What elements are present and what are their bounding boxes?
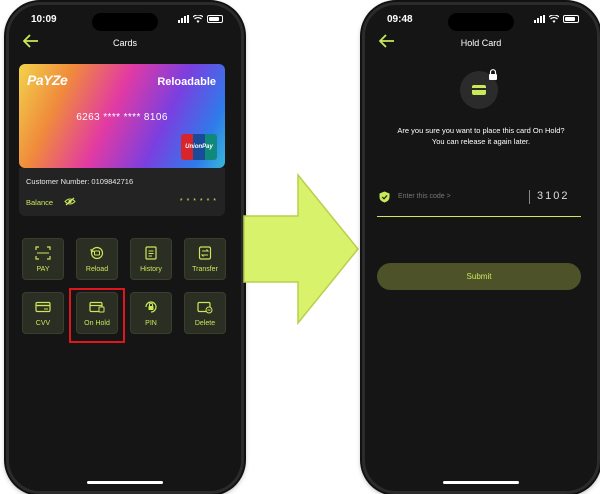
action-label: CVV <box>35 320 51 327</box>
wifi-icon <box>193 15 203 23</box>
payment-card[interactable]: PaYZe Reloadable 6263 **** **** 8106 Uni… <box>19 64 225 168</box>
flow-arrow-icon <box>243 172 359 326</box>
page-title: Cards <box>112 38 137 48</box>
card-number: 6263 **** **** 8106 <box>76 112 168 123</box>
page-title: Hold Card <box>460 38 502 48</box>
balance-masked: * * * * * * <box>179 198 217 205</box>
action-reload-button[interactable]: Reload <box>76 238 118 280</box>
dynamic-island <box>92 13 158 31</box>
phone-cards-screen: 10:09 Cards PaYZe Reloadable 6263 **** *… <box>6 2 244 494</box>
action-pay-button[interactable]: PAY <box>22 238 64 280</box>
verification-code: 3102 <box>537 190 570 202</box>
action-transfer-button[interactable]: Transfer <box>184 238 226 280</box>
highlight-box <box>69 288 125 343</box>
hold-confirmation-text: Are you sure you want to place this card… <box>371 125 591 147</box>
status-icons <box>178 15 223 23</box>
code-placeholder: Enter this code > <box>398 193 451 200</box>
history-icon <box>145 246 157 260</box>
status-time: 10:09 <box>31 14 57 25</box>
eye-hidden-icon[interactable] <box>64 197 76 206</box>
action-delete-button[interactable]: Delete <box>184 292 226 334</box>
customer-number: Customer Number: 0109842716 <box>26 177 134 186</box>
card-brand-logo: PaYZe <box>27 72 68 88</box>
status-icons <box>534 15 579 23</box>
signal-icon <box>178 15 189 23</box>
submit-button[interactable]: Submit <box>377 263 581 290</box>
dynamic-island <box>448 13 514 31</box>
status-time: 09:48 <box>387 14 413 25</box>
card-icon <box>472 85 486 95</box>
hold-question: Are you sure you want to place this card… <box>397 126 565 135</box>
hold-question-sub: You can release it again later. <box>431 137 531 146</box>
action-history-button[interactable]: History <box>130 238 172 280</box>
battery-icon <box>563 15 579 23</box>
wifi-icon <box>549 15 559 23</box>
code-divider <box>529 190 530 204</box>
action-label: Transfer <box>192 266 218 273</box>
cards-screen: 10:09 Cards PaYZe Reloadable 6263 **** *… <box>9 5 241 491</box>
signal-icon <box>534 15 545 23</box>
home-indicator <box>87 481 163 484</box>
action-label: PAY <box>36 266 50 273</box>
code-input-field[interactable]: Enter this code > 3102 <box>377 188 581 217</box>
card-info-panel: Customer Number: 0109842716 Balance * * … <box>19 168 225 216</box>
action-label: History <box>140 266 162 273</box>
action-cvv-button[interactable]: CVV <box>22 292 64 334</box>
home-indicator <box>443 481 519 484</box>
battery-icon <box>207 15 223 23</box>
action-label: Reload <box>85 266 109 273</box>
qr-scan-icon <box>35 246 51 260</box>
shield-check-icon <box>379 191 390 203</box>
unionpay-logo: UnionPay <box>181 134 217 160</box>
padlock-icon <box>489 69 497 80</box>
unionpay-label: UnionPay <box>185 144 213 150</box>
hold-card-screen: 09:48 Hold Card Are you sure you want to… <box>365 5 597 491</box>
action-label: Delete <box>194 320 216 327</box>
cvv-card-icon <box>35 301 51 313</box>
phone-hold-card-screen: 09:48 Hold Card Are you sure you want to… <box>362 2 600 494</box>
balance-label: Balance <box>26 198 54 207</box>
transfer-icon <box>198 246 212 260</box>
action-pin-button[interactable]: PIN <box>130 292 172 334</box>
card-type-label: Reloadable <box>157 76 216 88</box>
reload-icon <box>90 246 104 260</box>
action-label: PIN <box>145 320 157 327</box>
delete-card-icon <box>197 301 213 314</box>
pin-lock-icon <box>145 301 157 313</box>
